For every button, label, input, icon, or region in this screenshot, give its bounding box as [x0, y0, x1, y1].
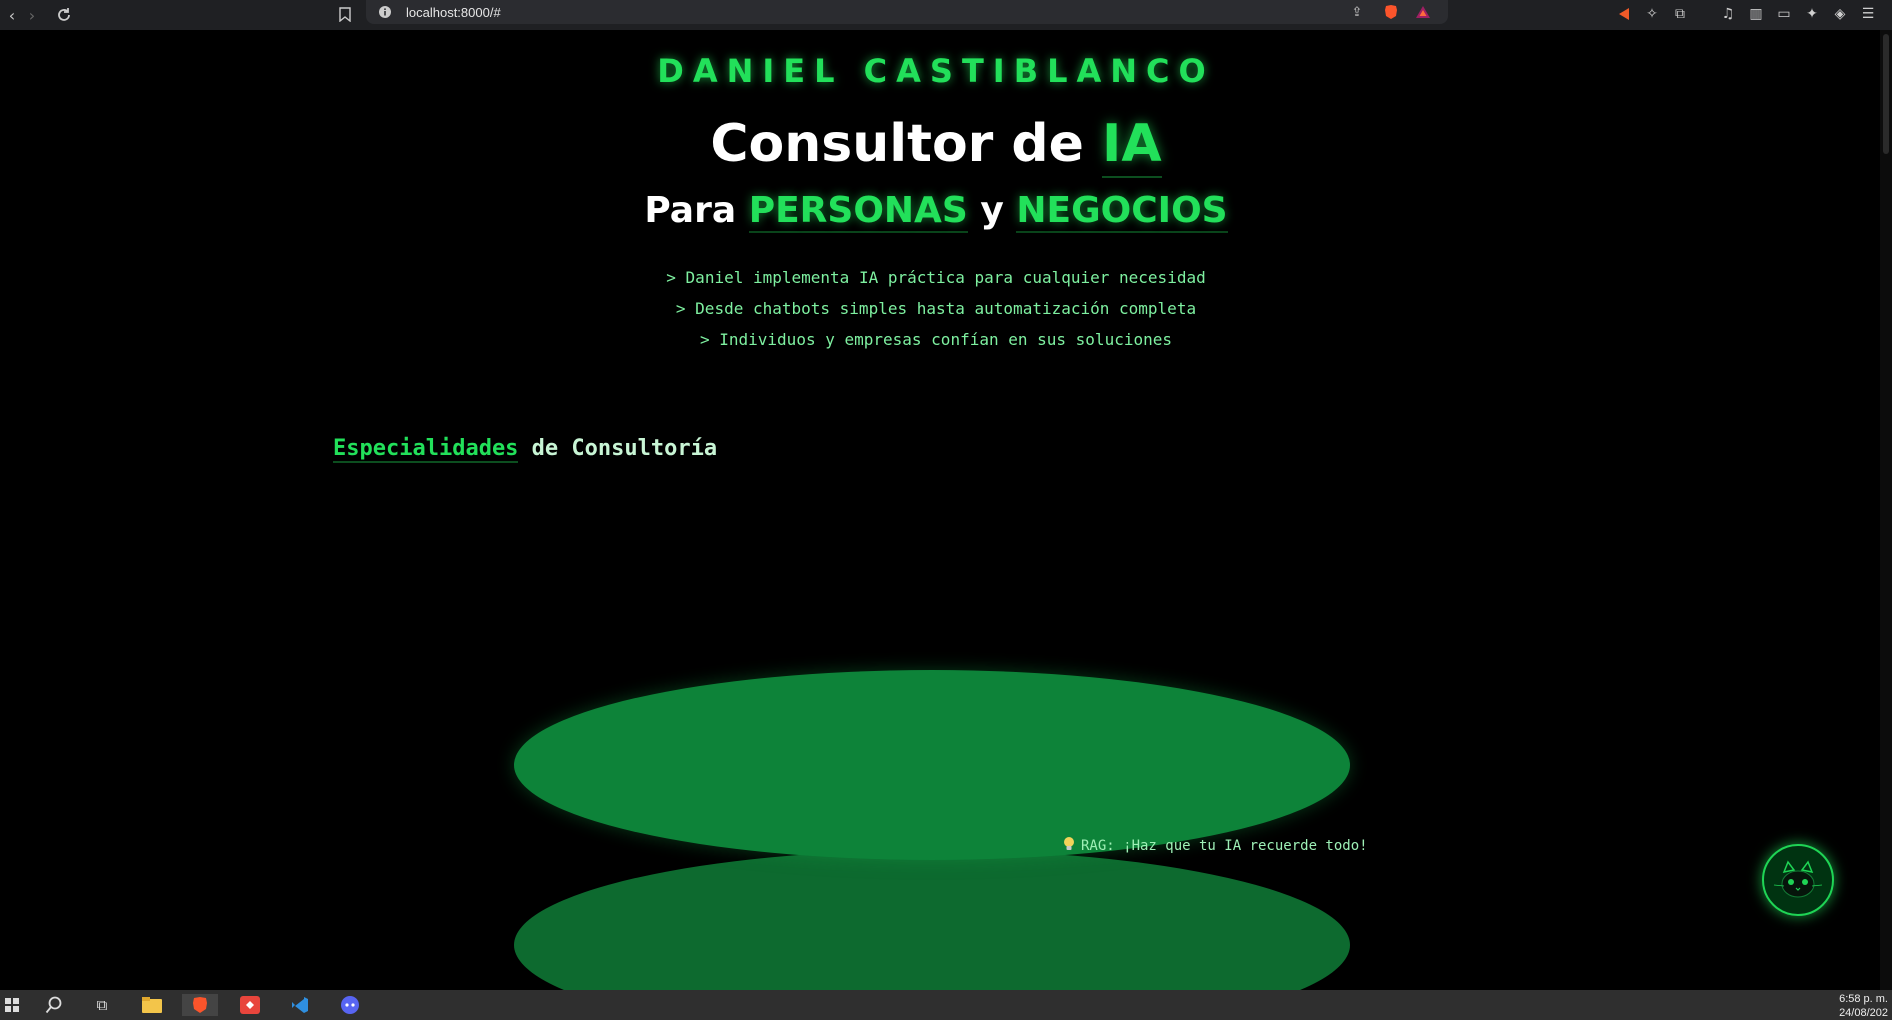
windows-taskbar: ⧉ 6:58 p. m. 24/08/202 — [0, 990, 1892, 1020]
specialty-disc-top[interactable] — [514, 670, 1350, 860]
hero-line: > Desde chatbots simples hasta automatiz… — [675, 299, 1197, 318]
hero-subtitle-middle: y — [967, 190, 1017, 231]
specialty-disc-bottom[interactable] — [514, 850, 1350, 990]
system-clock[interactable]: 6:58 p. m. 24/08/202 — [1839, 992, 1888, 1020]
hero-terminal-lines: > Daniel implementa IA práctica para cua… — [0, 262, 1872, 355]
cat-face-icon — [1773, 860, 1823, 898]
rag-tip-text: RAG: ¡Haz que tu IA recuerde todo! — [1081, 838, 1368, 854]
brave-rewards-icon[interactable] — [1414, 3, 1432, 21]
search-icon[interactable] — [42, 994, 66, 1016]
brave-browser-icon[interactable] — [182, 994, 218, 1016]
hero-title-prefix: Consultor de — [710, 114, 1103, 174]
forward-icon[interactable]: › — [20, 3, 44, 27]
specialties-heading: Especialidades de Consultoría — [333, 436, 718, 463]
url-text: localhost:8000/# — [406, 4, 501, 20]
windows-start-icon[interactable] — [0, 994, 24, 1016]
discord-icon[interactable] — [338, 994, 362, 1016]
vscode-icon[interactable] — [288, 994, 312, 1016]
hero-subtitle-personas: PERSONAS — [748, 190, 968, 233]
clock-time: 6:58 p. m. — [1839, 993, 1888, 1005]
lightbulb-icon — [1063, 836, 1075, 856]
share-icon[interactable]: ⇪ — [1348, 3, 1366, 21]
media-icon[interactable]: ♫ — [1718, 4, 1738, 24]
puzzle-icon[interactable]: ✧ — [1642, 4, 1662, 24]
hero-subtitle: Para PERSONAS y NEGOCIOS — [0, 190, 1872, 233]
address-bar[interactable]: localhost:8000/# ⇪ — [366, 0, 1448, 24]
task-view-icon[interactable]: ⧉ — [90, 994, 114, 1016]
hero-subtitle-negocios: NEGOCIOS — [1016, 190, 1228, 233]
site-info-icon[interactable] — [376, 3, 394, 21]
sidebar-icon[interactable]: ▥ — [1746, 4, 1766, 24]
cat-assistant-button[interactable] — [1762, 844, 1834, 916]
git-app-icon[interactable] — [238, 994, 262, 1016]
reload-icon[interactable] — [52, 3, 76, 27]
leo-ai-icon[interactable]: ✦ — [1802, 4, 1822, 24]
extension-icon[interactable] — [1614, 4, 1634, 24]
file-explorer-icon[interactable] — [140, 994, 164, 1016]
brand-name: DANIEL CASTIBLANCO — [657, 52, 1215, 90]
wallet-icon[interactable]: ▭ — [1774, 4, 1794, 24]
scrollbar-thumb[interactable] — [1883, 34, 1889, 154]
menu-icon[interactable]: ☰ — [1858, 4, 1878, 24]
brave-shields-icon[interactable] — [1382, 3, 1400, 21]
rag-tip: RAG: ¡Haz que tu IA recuerde todo! — [1063, 836, 1368, 856]
translate-icon[interactable]: ⧉ — [1670, 4, 1690, 24]
specialties-heading-rest: de Consultoría — [518, 436, 718, 461]
bookmark-icon[interactable] — [333, 2, 357, 26]
page-scrollbar[interactable] — [1880, 30, 1892, 990]
hero-title-highlight: IA — [1102, 114, 1162, 178]
browser-toolbar: ‹ › localhost:8000/# ⇪ ✧ ⧉ ♫ ▥ ▭ ✦ ◈ ☰ — [0, 0, 1892, 30]
specialties-heading-highlight: Especialidades — [333, 436, 519, 463]
hero-title: Consultor de IA — [0, 114, 1872, 178]
page-viewport: DANIEL CASTIBLANCO Consultor de IA Para … — [0, 30, 1880, 990]
hero-line: > Individuos y empresas confían en sus s… — [699, 330, 1172, 349]
hero-subtitle-prefix: Para — [644, 190, 749, 231]
clock-date: 24/08/202 — [1839, 1007, 1888, 1019]
hero-line: > Daniel implementa IA práctica para cua… — [666, 268, 1206, 287]
vpn-icon[interactable]: ◈ — [1830, 4, 1850, 24]
